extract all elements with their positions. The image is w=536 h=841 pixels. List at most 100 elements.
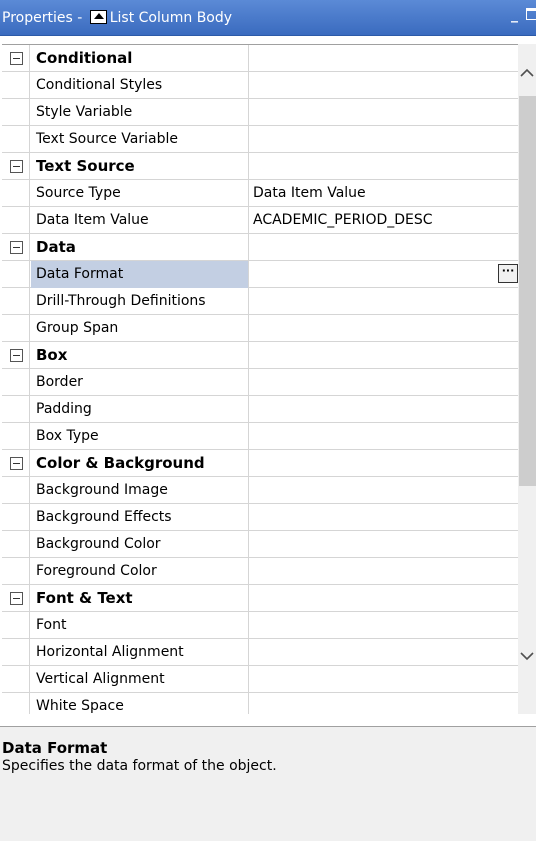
property-row[interactable]: Horizontal Alignment xyxy=(2,639,518,666)
category-label[interactable]: Text Source xyxy=(31,153,249,180)
row-gutter xyxy=(2,45,30,72)
property-name[interactable]: Group Span xyxy=(31,315,249,342)
property-value[interactable] xyxy=(250,612,518,639)
property-value xyxy=(250,153,518,180)
property-row[interactable]: Source Type Data Item Value xyxy=(2,180,518,207)
property-name[interactable]: Foreground Color xyxy=(31,558,249,585)
property-value[interactable] xyxy=(250,666,518,693)
property-name[interactable]: Vertical Alignment xyxy=(31,666,249,693)
property-value[interactable] xyxy=(250,504,518,531)
collapse-icon[interactable] xyxy=(10,160,23,173)
category-row[interactable]: Font & Text xyxy=(2,585,518,612)
property-value[interactable] xyxy=(250,558,518,585)
property-row[interactable]: Style Variable xyxy=(2,99,518,126)
property-row[interactable]: Background Effects xyxy=(2,504,518,531)
row-gutter xyxy=(2,531,30,558)
titlebar-prefix: Properties - xyxy=(2,9,87,26)
property-name[interactable]: Border xyxy=(31,369,249,396)
property-row[interactable]: Conditional Styles xyxy=(2,72,518,99)
row-gutter xyxy=(2,639,30,666)
collapse-icon[interactable] xyxy=(10,241,23,254)
property-value[interactable] xyxy=(250,477,518,504)
scroll-thumb[interactable] xyxy=(519,96,536,486)
property-row[interactable]: Box Type xyxy=(2,423,518,450)
property-row[interactable]: Text Source Variable xyxy=(2,126,518,153)
row-gutter xyxy=(2,585,30,612)
row-gutter xyxy=(2,450,30,477)
property-name[interactable]: Drill-Through Definitions xyxy=(31,288,249,315)
scroll-up-icon[interactable] xyxy=(518,64,536,86)
property-name[interactable]: Conditional Styles xyxy=(31,72,249,99)
property-name[interactable]: White Space xyxy=(31,693,249,714)
category-label[interactable]: Conditional xyxy=(31,45,249,72)
property-value[interactable] xyxy=(250,72,518,99)
property-name[interactable]: Text Source Variable xyxy=(31,126,249,153)
collapse-icon[interactable] xyxy=(10,592,23,605)
property-value[interactable] xyxy=(250,423,518,450)
property-row[interactable]: Data Item Value ACADEMIC_PERIOD_DESC xyxy=(2,207,518,234)
category-row[interactable]: Conditional xyxy=(2,45,518,72)
property-name[interactable]: Box Type xyxy=(31,423,249,450)
property-row[interactable]: Vertical Alignment xyxy=(2,666,518,693)
category-row[interactable]: Color & Background xyxy=(2,450,518,477)
property-value[interactable] xyxy=(250,396,518,423)
property-value[interactable]: Data Item Value xyxy=(250,180,518,207)
property-row[interactable]: Foreground Color xyxy=(2,558,518,585)
property-name[interactable]: Background Color xyxy=(31,531,249,558)
select-ancestor-icon[interactable] xyxy=(89,9,107,24)
property-name[interactable]: Data Format xyxy=(31,261,249,288)
row-gutter xyxy=(2,423,30,450)
row-gutter xyxy=(2,612,30,639)
property-row[interactable]: White Space xyxy=(2,693,518,714)
scroll-down-icon[interactable] xyxy=(518,647,536,669)
category-label[interactable]: Font & Text xyxy=(31,585,249,612)
collapse-icon[interactable] xyxy=(10,52,23,65)
property-value[interactable] xyxy=(250,639,518,666)
row-gutter xyxy=(2,288,30,315)
row-gutter xyxy=(2,558,30,585)
property-row[interactable]: Group Span xyxy=(2,315,518,342)
property-row[interactable]: Padding xyxy=(2,396,518,423)
property-value[interactable] xyxy=(250,369,518,396)
property-name[interactable]: Padding xyxy=(31,396,249,423)
property-value[interactable] xyxy=(250,99,518,126)
property-name[interactable]: Background Effects xyxy=(31,504,249,531)
row-gutter xyxy=(2,126,30,153)
ellipsis-button[interactable]: ··· xyxy=(498,264,518,283)
minimize-button[interactable]: _ xyxy=(511,8,518,22)
property-row[interactable]: Font xyxy=(2,612,518,639)
category-label[interactable]: Data xyxy=(31,234,249,261)
category-row[interactable]: Box xyxy=(2,342,518,369)
property-row[interactable]: Drill-Through Definitions xyxy=(2,288,518,315)
row-gutter xyxy=(2,666,30,693)
property-name[interactable]: Style Variable xyxy=(31,99,249,126)
property-value-text: Data Item Value xyxy=(253,185,366,201)
property-value[interactable] xyxy=(250,126,518,153)
maximize-icon[interactable] xyxy=(526,8,536,20)
category-row[interactable]: Data xyxy=(2,234,518,261)
property-value[interactable] xyxy=(250,315,518,342)
collapse-icon[interactable] xyxy=(10,457,23,470)
category-label[interactable]: Color & Background xyxy=(31,450,249,477)
property-value[interactable]: ACADEMIC_PERIOD_DESC xyxy=(250,207,518,234)
property-value xyxy=(250,450,518,477)
property-row[interactable]: Border xyxy=(2,369,518,396)
property-name[interactable]: Data Item Value xyxy=(31,207,249,234)
property-name[interactable]: Source Type xyxy=(31,180,249,207)
property-name[interactable]: Background Image xyxy=(31,477,249,504)
vertical-scrollbar[interactable] xyxy=(518,44,536,714)
property-value[interactable] xyxy=(250,288,518,315)
category-row[interactable]: Text Source xyxy=(2,153,518,180)
property-name[interactable]: Font xyxy=(31,612,249,639)
row-gutter xyxy=(2,261,30,288)
category-label[interactable]: Box xyxy=(31,342,249,369)
property-row[interactable]: Background Color xyxy=(2,531,518,558)
property-row[interactable]: Data Format ··· xyxy=(2,261,518,288)
property-value[interactable] xyxy=(250,531,518,558)
property-row[interactable]: Background Image xyxy=(2,477,518,504)
property-value[interactable]: ··· xyxy=(250,261,518,288)
property-value xyxy=(250,342,518,369)
property-value[interactable] xyxy=(250,693,518,714)
property-name[interactable]: Horizontal Alignment xyxy=(31,639,249,666)
collapse-icon[interactable] xyxy=(10,349,23,362)
